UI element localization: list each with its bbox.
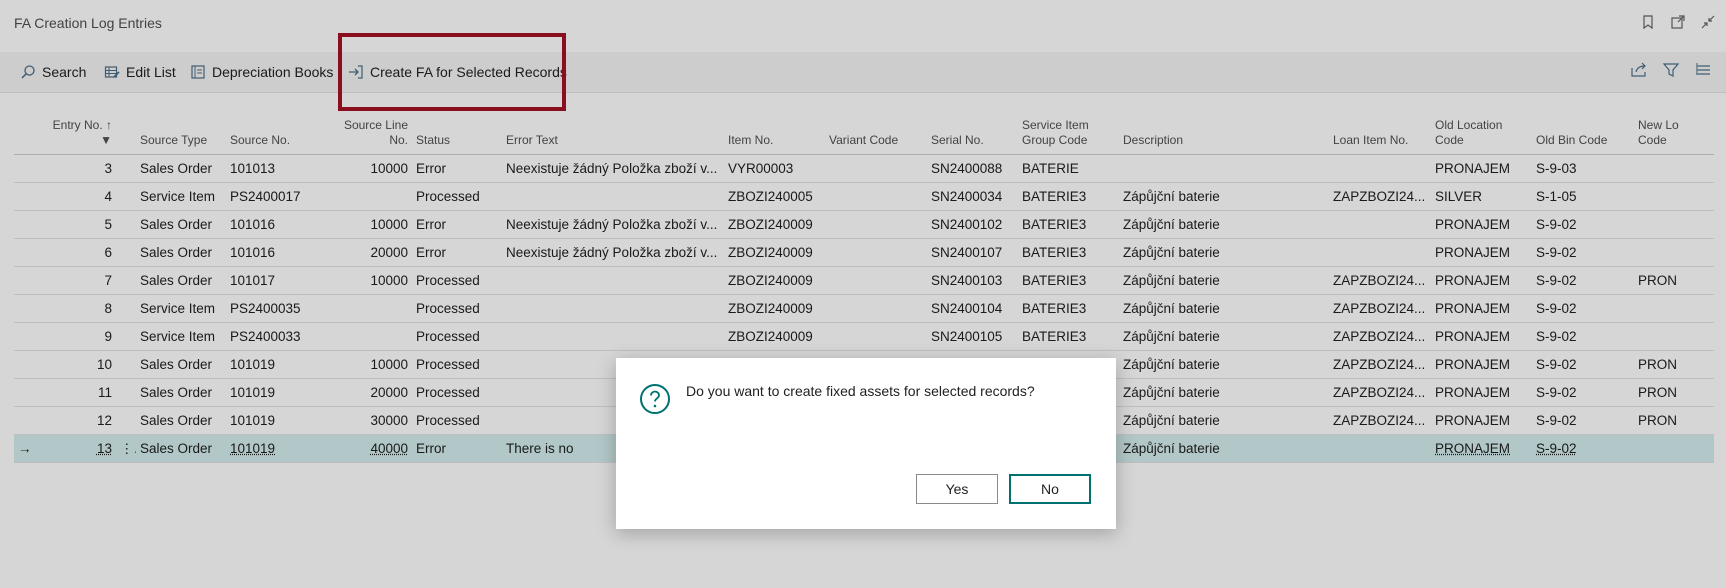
question-icon bbox=[639, 383, 671, 420]
dialog-message: Do you want to create fixed assets for s… bbox=[686, 383, 1035, 399]
confirm-dialog: Do you want to create fixed assets for s… bbox=[616, 358, 1116, 529]
no-button[interactable]: No bbox=[1009, 474, 1091, 504]
yes-button[interactable]: Yes bbox=[916, 474, 998, 504]
highlight-annotation-box bbox=[338, 33, 566, 111]
